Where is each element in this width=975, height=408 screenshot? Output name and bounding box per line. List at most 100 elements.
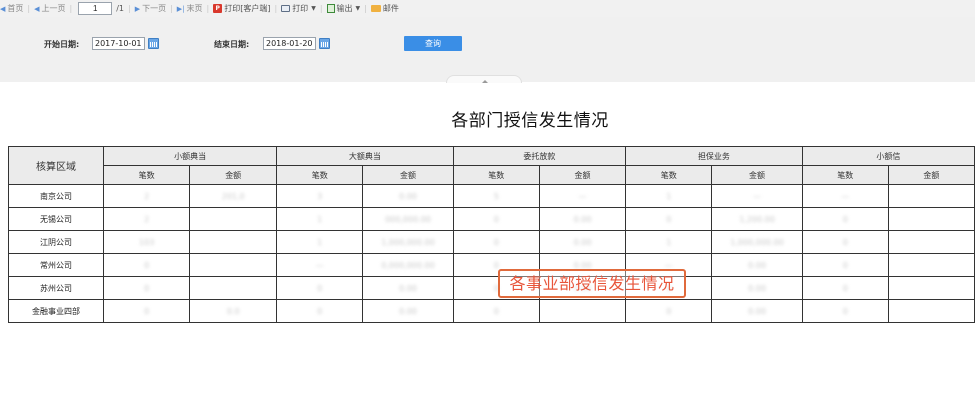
page-total: /1 [116,4,124,13]
calendar-icon[interactable] [319,37,330,49]
print-client-label: 打印[客户端] [224,4,271,13]
group-header-small-pawn: 小额典当 [103,146,278,166]
report-toolbar: ◀ 首页 | ◀ 上一页 | /1 | ▶ 下一页 | ▶| 末页 | P 打印… [0,0,975,17]
calendar-icon[interactable] [148,37,159,49]
last-page-button[interactable]: ▶| 末页 [177,3,203,14]
next-page-icon: ▶ [134,4,141,13]
row-region-name: 江阴公司 [7,230,105,254]
row-region-name: 无锡公司 [7,207,105,231]
table-cell: 000,000.00 [385,214,431,224]
table-cell: 0 [666,214,672,224]
start-date-group [92,36,159,50]
table-cell: 1,200.00 [739,214,775,224]
table-cell: 1 [317,214,323,224]
table-cell: — [578,191,587,201]
table-row: 江阴公司 103 1 1,000,000.00 0 0.00 1 1,000,0… [7,230,975,254]
table-cell: 0 [842,306,848,316]
prev-page-icon: ◀ [34,4,40,13]
table-cell: 1,000,000.00 [381,237,435,247]
prev-page-button[interactable]: ◀ 上一页 [34,3,65,14]
table-cell: 0 [666,306,672,316]
sub-header-count: 笔数 [625,165,713,185]
toolbar-divider: | [206,4,210,13]
table-cell: 0.00 [399,283,417,293]
table-cell: 5 [493,191,499,201]
table-row: 常州公司 0 — 0,000,000.00 0 0.00 — 0.00 0 [7,253,975,277]
table-row: 苏州公司 0 0 0.00 0 0.00 0 0.00 0 [7,276,975,300]
group-header-small-credit: 小额信 [801,146,975,166]
table-cell: 2 [144,191,150,201]
table-cell: 0 [493,306,499,316]
sub-header-count: 笔数 [276,165,364,185]
table-cell: 103 [139,237,155,247]
table-cell: 0 [842,283,848,293]
first-page-button[interactable]: ◀ 首页 [0,3,23,14]
table-row: 金融事业四部 0 0.0 0 0.00 0 0 0.00 0 [7,299,975,323]
report-title: 各部门授信发生情况 [451,111,609,131]
sub-header-amount: 金额 [538,165,627,185]
table-cell: — [753,191,761,201]
page-number-input[interactable] [78,2,113,15]
chevron-down-icon: ▼ [355,5,361,12]
table-cell: 1 [666,191,672,201]
table-cell: 0 [144,260,150,270]
table-cell: 0 [493,237,499,247]
table-cell: 0,000,000.00 [381,260,435,270]
table-cell: 0 [317,283,323,293]
toolbar-divider: | [319,4,323,13]
query-button[interactable]: 查询 [404,36,462,51]
table-cell: 0.00 [399,191,417,201]
sub-header-count: 笔数 [452,165,540,185]
filter-panel: 开始日期: 结束日期: 查询 [0,17,975,83]
table-cell: 3 [317,191,323,201]
table-row: 南京公司 2 201,0 3 0.00 5 — 1 — — [7,184,975,208]
export-button[interactable]: 输出 ▼ [326,3,361,14]
report-table: 核算区域 小额典当 大额典当 委托放款 担保业务 小额信 笔数 金额 笔数 金额… [7,146,975,323]
group-header-large-pawn: 大额典当 [276,146,454,166]
table-cell: 0 [842,237,848,247]
prev-page-label: 上一页 [41,4,66,13]
end-date-label: 结束日期: [214,40,250,49]
print-client-button[interactable]: P 打印[客户端] [213,3,270,14]
overlay-annotation: 各事业部授信发生情况 [498,269,686,298]
table-cell: — [841,191,850,201]
table-cell: 0 [144,306,150,316]
toolbar-divider: | [127,4,131,13]
mail-button[interactable]: 邮件 [370,3,399,14]
mail-label: 邮件 [382,4,399,13]
group-header-guarantee: 担保业务 [625,146,803,166]
row-region-name: 苏州公司 [7,276,105,300]
collapse-panel-toggle[interactable] [446,75,522,83]
next-page-button[interactable]: ▶ 下一页 [135,3,166,14]
sub-header-count: 笔数 [103,165,191,185]
table-cell: 0 [842,260,848,270]
table-cell: 0.0 [226,306,240,316]
table-cell: 0 [317,306,323,316]
mail-icon [370,5,381,12]
last-page-label: 末页 [186,4,203,13]
table-cell: 0.00 [399,306,417,316]
print-button[interactable]: 打印 ▼ [281,3,316,14]
last-page-icon: ▶| [176,4,185,13]
end-date-group [263,36,330,50]
table-cell: 0 [493,260,499,270]
toolbar-divider: | [27,4,31,13]
table-cell: 0.00 [573,214,592,224]
first-page-label: 首页 [7,4,24,13]
start-date-input[interactable] [92,36,145,50]
table-row: 无锡公司 2 1 000,000.00 0 0.00 0 1,200.00 0 [7,207,975,231]
next-page-label: 下一页 [142,4,167,13]
end-date-input[interactable] [263,36,316,50]
export-label: 输出 [336,4,353,13]
toolbar-divider: | [69,4,73,13]
sub-header-amount: 金额 [189,165,278,185]
row-region-name: 常州公司 [7,253,105,277]
sub-header-amount: 金额 [887,165,975,185]
chevron-down-icon: ▼ [311,5,316,12]
first-page-icon: ◀ [0,4,6,13]
group-header-entrusted-loan: 委托放款 [452,146,627,166]
sub-header-count: 笔数 [801,165,889,185]
row-region-name: 南京公司 [7,184,105,208]
table-cell: 201,0 [221,191,245,201]
row-region-name: 金融事业四部 [7,299,105,323]
